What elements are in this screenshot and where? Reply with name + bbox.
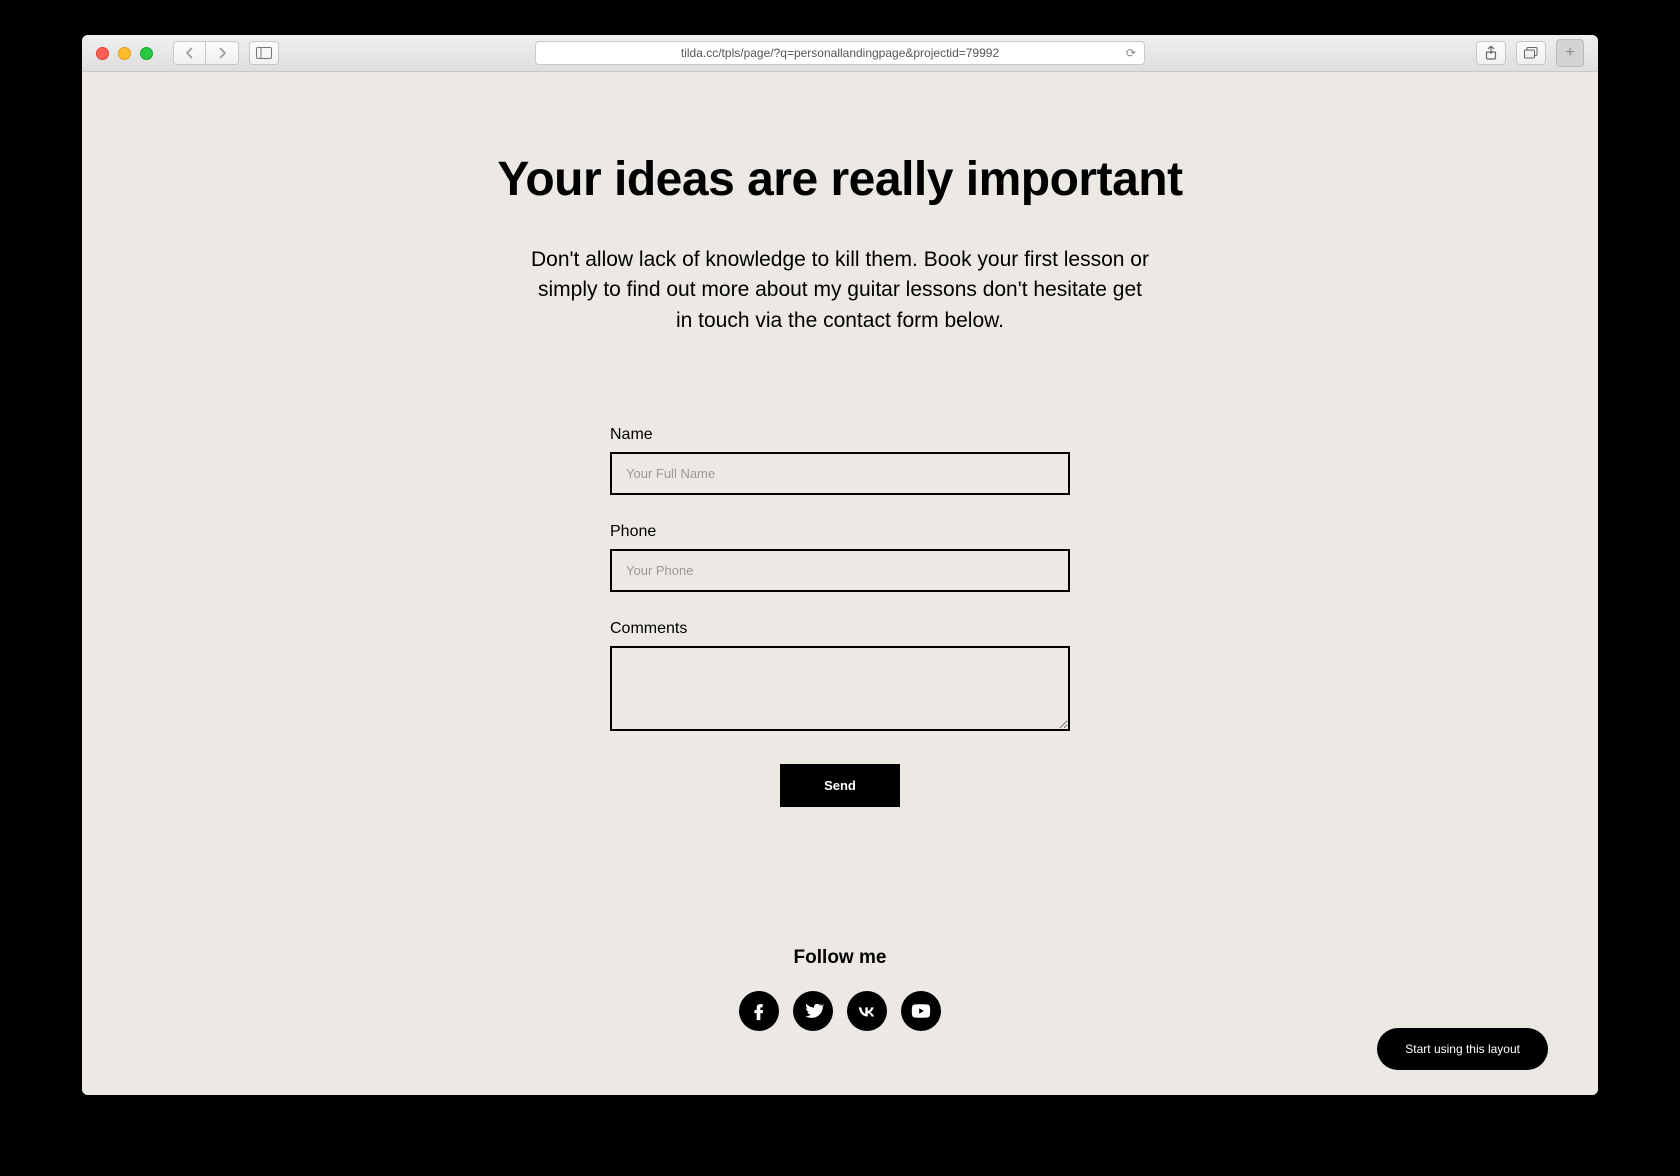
browser-toolbar: tilda.cc/tpls/page/?q=personallandingpag… — [82, 35, 1598, 72]
close-window-icon[interactable] — [96, 47, 109, 60]
facebook-icon[interactable] — [739, 991, 779, 1031]
address-bar[interactable]: tilda.cc/tpls/page/?q=personallandingpag… — [535, 41, 1145, 65]
phone-input[interactable] — [610, 549, 1070, 592]
phone-field-group: Phone — [610, 523, 1070, 592]
url-text: tilda.cc/tpls/page/?q=personallandingpag… — [681, 46, 999, 60]
browser-window: tilda.cc/tpls/page/?q=personallandingpag… — [82, 35, 1598, 1095]
minimize-window-icon[interactable] — [118, 47, 131, 60]
start-using-layout-button[interactable]: Start using this layout — [1377, 1028, 1548, 1070]
name-label: Name — [610, 426, 1070, 444]
page-title: Your ideas are really important — [82, 152, 1598, 207]
page-subtitle: Don't allow lack of knowledge to kill th… — [530, 245, 1150, 336]
comments-textarea[interactable] — [610, 646, 1070, 731]
name-field-group: Name — [610, 426, 1070, 495]
sidebar-toggle-button[interactable] — [249, 41, 279, 65]
maximize-window-icon[interactable] — [140, 47, 153, 60]
page-content: Your ideas are really important Don't al… — [82, 72, 1598, 1095]
reload-icon[interactable]: ⟳ — [1126, 46, 1136, 60]
name-input[interactable] — [610, 452, 1070, 495]
nav-buttons — [173, 41, 239, 65]
share-button[interactable] — [1476, 41, 1506, 65]
forward-button[interactable] — [206, 41, 239, 65]
comments-field-group: Comments — [610, 620, 1070, 736]
youtube-icon[interactable] — [901, 991, 941, 1031]
vk-icon[interactable] — [847, 991, 887, 1031]
contact-form: Name Phone Comments Send — [610, 426, 1070, 807]
hero-section: Your ideas are really important Don't al… — [82, 72, 1598, 336]
follow-title: Follow me — [82, 947, 1598, 969]
toolbar-right: + — [1476, 39, 1584, 67]
twitter-icon[interactable] — [793, 991, 833, 1031]
send-button[interactable]: Send — [780, 764, 900, 807]
phone-label: Phone — [610, 523, 1070, 541]
tabs-button[interactable] — [1516, 41, 1546, 65]
comments-label: Comments — [610, 620, 1070, 638]
back-button[interactable] — [173, 41, 206, 65]
window-controls — [96, 47, 153, 60]
follow-section: Follow me — [82, 947, 1598, 1031]
new-tab-button[interactable]: + — [1556, 39, 1584, 67]
social-links — [82, 991, 1598, 1031]
